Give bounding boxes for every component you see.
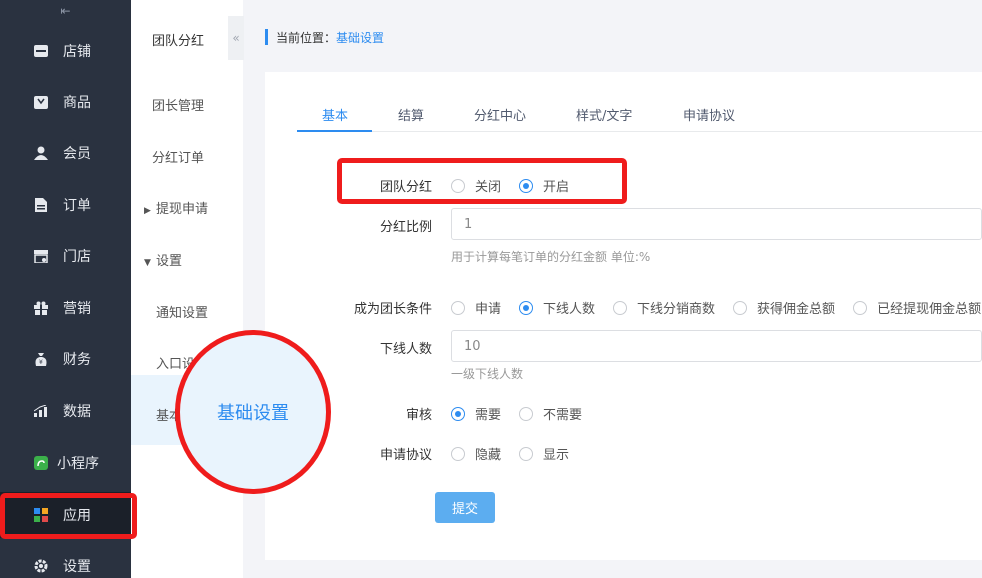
gear-icon <box>33 558 49 574</box>
condition-total-commission-radio[interactable]: 获得佣金总额 <box>733 298 835 317</box>
order-icon <box>33 197 49 213</box>
condition-withdrawn-commission-radio[interactable]: 已经提现佣金总额 <box>853 298 981 317</box>
magnify-callout: 基础设置 <box>175 330 331 494</box>
sidebar-item-shop[interactable]: 门店 <box>0 233 131 279</box>
sidebar-item-finance[interactable]: ¥ 财务 <box>0 336 131 382</box>
sidebar-item-label: 小程序 <box>57 456 99 472</box>
shop-icon <box>33 248 49 264</box>
agreement-label: 申请协议 <box>380 448 433 463</box>
sidebar-item-label: 门店 <box>63 249 91 265</box>
tab-bonus-center[interactable]: 分红中心 <box>474 105 526 124</box>
sidebar-item-marketing[interactable]: 营销 <box>0 285 131 331</box>
tab-bar: 基本 结算 分红中心 样式/文字 申请协议 <box>297 102 982 132</box>
sidebar-item-data[interactable]: 数据 <box>0 388 131 434</box>
agreement-hide-radio[interactable]: 隐藏 <box>451 444 501 463</box>
sidebar-item-label: 店铺 <box>63 44 91 60</box>
sidebar-item-store[interactable]: 店铺 <box>0 28 131 74</box>
subnav-collapse-icon[interactable]: « <box>228 16 244 60</box>
review-required-radio[interactable]: 需要 <box>451 404 501 423</box>
tab-active-underline <box>297 130 372 132</box>
downline-count-hint: 一级下线人数 <box>451 367 524 381</box>
sidebar-item-label: 设置 <box>63 559 91 575</box>
review-label: 审核 <box>406 408 433 423</box>
goods-icon <box>33 94 49 110</box>
bonus-ratio-input[interactable]: 1 <box>451 208 982 240</box>
subnav-item-label: 设置 <box>156 254 183 269</box>
sidebar-item-settings[interactable]: 设置 <box>0 543 131 578</box>
subnav-title: 团队分红 <box>152 34 205 49</box>
sidebar-item-label: 会员 <box>63 146 91 162</box>
leader-condition-label: 成为团长条件 <box>354 302 433 317</box>
member-icon <box>33 145 49 161</box>
money-bag-icon: ¥ <box>33 351 49 367</box>
condition-apply-radio[interactable]: 申请 <box>451 298 501 317</box>
sidebar-item-label: 数据 <box>63 404 91 420</box>
review-radio-group: 需要 不需要 <box>451 404 600 423</box>
bonus-ratio-hint: 用于计算每笔订单的分红金额 单位:% <box>451 250 651 264</box>
miniprogram-icon <box>33 455 49 471</box>
main-sidebar: ⇤ 店铺 商品 会员 订单 门店 营销 ¥ 财务 数据 小程序 应用 设置 <box>0 0 131 578</box>
sidebar-item-member[interactable]: 会员 <box>0 130 131 176</box>
sidebar-item-miniprogram[interactable]: 小程序 <box>0 440 131 486</box>
tab-basic[interactable]: 基本 <box>322 105 348 124</box>
highlight-box-team-bonus <box>337 158 627 204</box>
sidebar-collapse-icon[interactable]: ⇤ <box>0 0 131 22</box>
sidebar-item-label: 营销 <box>63 301 91 317</box>
submit-button[interactable]: 提交 <box>435 492 495 523</box>
breadcrumb-current[interactable]: 基础设置 <box>336 29 384 46</box>
breadcrumb-prefix: 当前位置： <box>276 30 337 45</box>
sidebar-item-order[interactable]: 订单 <box>0 182 131 228</box>
review-not-required-radio[interactable]: 不需要 <box>519 404 582 423</box>
subnav-item-leader-management[interactable]: 团长管理 <box>152 95 204 114</box>
tab-settlement[interactable]: 结算 <box>398 105 424 124</box>
bonus-ratio-label: 分红比例 <box>380 220 433 235</box>
sidebar-item-goods[interactable]: 商品 <box>0 79 131 125</box>
caret-right-icon: ▶ <box>144 206 151 216</box>
downline-count-label: 下线人数 <box>380 342 433 357</box>
tab-agreement[interactable]: 申请协议 <box>683 105 735 124</box>
store-icon <box>33 43 49 59</box>
subnav-item-bonus-orders[interactable]: 分红订单 <box>152 147 204 166</box>
sidebar-item-label: 财务 <box>63 352 91 368</box>
subnav-item-withdraw[interactable]: ▶ 提现申请 <box>144 198 208 217</box>
subnav-item-notify-settings[interactable]: 通知设置 <box>156 302 208 321</box>
tab-style-text[interactable]: 样式/文字 <box>576 105 632 124</box>
condition-downline-distributors-radio[interactable]: 下线分销商数 <box>613 298 715 317</box>
leader-condition-radio-group: 申请 下线人数 下线分销商数 获得佣金总额 已经提现佣金总额 <box>451 298 981 317</box>
chart-icon <box>33 403 49 419</box>
sidebar-item-label: 商品 <box>63 95 91 111</box>
agreement-radio-group: 隐藏 显示 <box>451 444 587 463</box>
downline-count-input[interactable]: 10 <box>451 330 982 362</box>
settings-panel: 基本 结算 分红中心 样式/文字 申请协议 团队分红 关闭 开启 分红比例 1 … <box>265 72 982 560</box>
gift-icon <box>33 300 49 316</box>
agreement-show-radio[interactable]: 显示 <box>519 444 569 463</box>
callout-label: 基础设置 <box>217 403 289 424</box>
subnav-item-label: 提现申请 <box>156 202 209 217</box>
subnav-item-settings[interactable]: ▼ 设置 <box>144 250 182 269</box>
sub-navigation: 团队分红 团长管理 分红订单 ▶ 提现申请 ▼ 设置 通知设置 入口设 基本 <box>131 0 243 578</box>
caret-down-icon: ▼ <box>144 258 151 268</box>
condition-downline-count-radio[interactable]: 下线人数 <box>519 298 595 317</box>
sidebar-item-label: 订单 <box>63 198 91 214</box>
highlight-box-apps <box>0 493 137 539</box>
breadcrumb: 当前位置： 基础设置 <box>265 29 384 45</box>
svg-text:¥: ¥ <box>39 359 43 366</box>
